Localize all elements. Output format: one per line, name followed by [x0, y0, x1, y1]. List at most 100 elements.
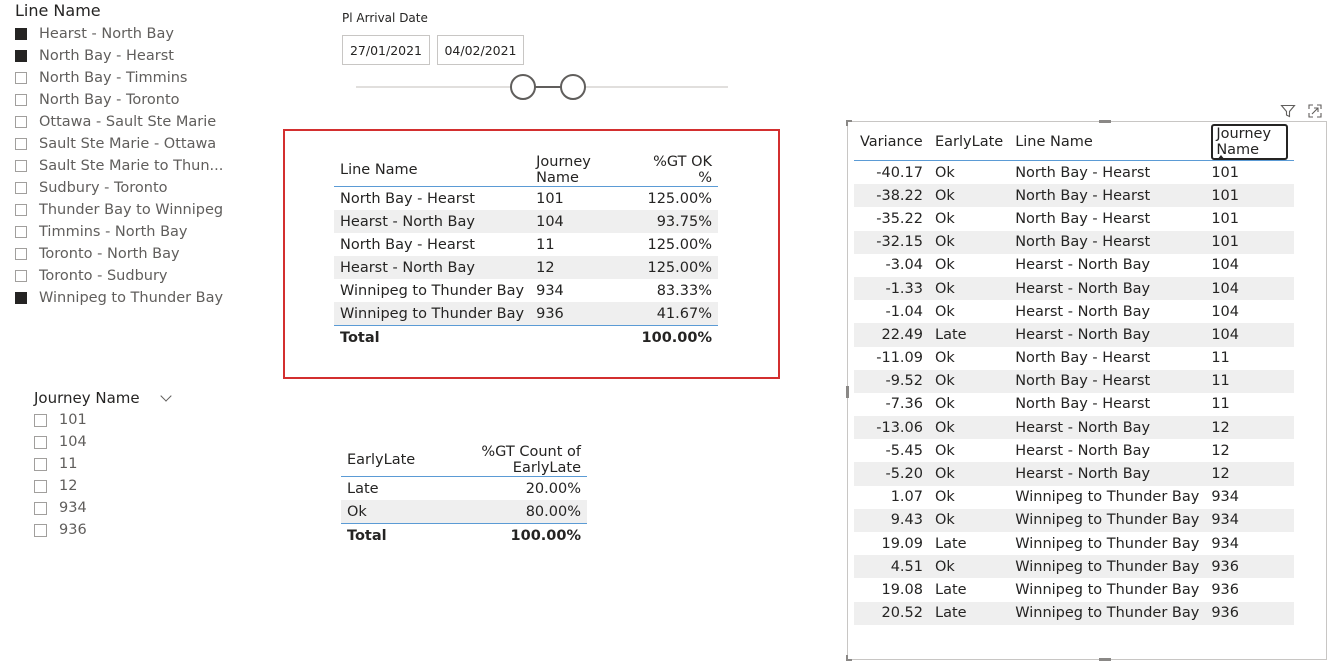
line-name-option-label: Sudbury - Toronto — [39, 180, 168, 196]
table-row[interactable]: -11.09 Ok North Bay - Hearst 11 — [854, 347, 1294, 370]
checkbox[interactable] — [15, 248, 27, 260]
checkbox[interactable] — [15, 72, 27, 84]
table-row[interactable]: -7.36 Ok North Bay - Hearst 11 — [854, 393, 1294, 416]
table-row[interactable]: -5.20 Ok Hearst - North Bay 12 — [854, 462, 1294, 486]
checkbox[interactable] — [15, 270, 27, 282]
checkbox[interactable] — [15, 160, 27, 172]
checkbox[interactable] — [15, 116, 27, 128]
checkbox[interactable] — [34, 457, 47, 471]
filter-icon[interactable] — [1280, 103, 1296, 123]
line-name-option[interactable]: Thunder Bay to Winnipeg — [15, 199, 223, 221]
table-row[interactable]: 9.43 Ok Winnipeg to Thunder Bay 934 — [854, 508, 1294, 532]
line-name-option[interactable]: Toronto - North Bay — [15, 243, 223, 265]
table-row[interactable]: -13.06 Ok Hearst - North Bay 12 — [854, 416, 1294, 440]
corner-handle-tl-v[interactable] — [846, 120, 848, 126]
col-header-variance[interactable]: Variance — [854, 124, 929, 161]
line-name-option[interactable]: Timmins - North Bay — [15, 221, 223, 243]
table-row[interactable]: -32.15 Ok North Bay - Hearst 101 — [854, 230, 1294, 254]
table-cell: Winnipeg to Thunder Bay — [1009, 555, 1206, 579]
table-cell: 12 — [1205, 462, 1294, 486]
end-date-input[interactable]: 04/02/2021 — [437, 35, 524, 65]
table-cell: 936 — [530, 302, 631, 326]
earlylate-table: EarlyLate %GT Count of EarlyLate Late 20.… — [341, 444, 587, 548]
checkbox-checked[interactable] — [15, 292, 27, 304]
start-date-input[interactable]: 27/01/2021 — [342, 35, 430, 65]
table-cell: 936 — [1205, 555, 1294, 579]
table-row[interactable]: 1.07 Ok Winnipeg to Thunder Bay 934 — [854, 486, 1294, 509]
table-header-row: EarlyLate %GT Count of EarlyLate — [341, 444, 587, 477]
checkbox[interactable] — [15, 204, 27, 216]
col-header-earlylate[interactable]: EarlyLate — [341, 444, 422, 477]
table-row[interactable]: 19.08 Late Winnipeg to Thunder Bay 936 — [854, 578, 1294, 601]
line-name-option[interactable]: Sudbury - Toronto — [15, 177, 223, 199]
checkbox-checked[interactable] — [15, 50, 27, 62]
table-row[interactable]: 19.09 Late Winnipeg to Thunder Bay 934 — [854, 532, 1294, 555]
col-header-earlylate[interactable]: EarlyLate — [929, 124, 1010, 161]
checkbox-checked[interactable] — [15, 28, 27, 40]
table-row[interactable]: North Bay - Hearst 11 125.00% — [334, 233, 718, 256]
checkbox[interactable] — [34, 435, 47, 449]
table-row[interactable]: -35.22 Ok North Bay - Hearst 101 — [854, 207, 1294, 230]
table-row[interactable]: Ok 80.00% — [341, 500, 587, 524]
col-header-journey-name[interactable]: Journey Name — [1205, 124, 1294, 161]
resize-handle-top[interactable] — [1099, 120, 1111, 123]
corner-handle-bl-v[interactable] — [846, 655, 848, 661]
checkbox[interactable] — [34, 479, 47, 493]
line-name-option[interactable]: Hearst - North Bay — [15, 23, 223, 45]
detail-table-container: Variance EarlyLate Line Name Journey Nam… — [854, 124, 1294, 625]
checkbox[interactable] — [34, 413, 47, 427]
table-row[interactable]: Winnipeg to Thunder Bay 936 41.67% — [334, 302, 718, 326]
journey-name-option[interactable]: 104 — [34, 431, 170, 453]
journey-slicer-header[interactable]: Journey Name — [34, 389, 172, 407]
checkbox[interactable] — [34, 501, 47, 515]
table-row[interactable]: Hearst - North Bay 104 93.75% — [334, 210, 718, 233]
line-name-option[interactable]: North Bay - Hearst — [15, 45, 223, 67]
journey-name-option[interactable]: 934 — [34, 497, 170, 519]
table-row[interactable]: -5.45 Ok Hearst - North Bay 12 — [854, 439, 1294, 462]
table-row[interactable]: North Bay - Hearst 101 125.00% — [334, 187, 718, 211]
table-row[interactable]: Hearst - North Bay 12 125.00% — [334, 256, 718, 279]
resize-handle-left[interactable] — [846, 386, 849, 398]
col-header-line-name[interactable]: Line Name — [334, 154, 531, 187]
line-name-option-label: Toronto - North Bay — [39, 246, 180, 262]
journey-name-option[interactable]: 936 — [34, 519, 170, 541]
table-row[interactable]: -9.52 Ok North Bay - Hearst 11 — [854, 369, 1294, 393]
line-name-option[interactable]: Ottawa - Sault Ste Marie — [15, 111, 223, 133]
line-name-option[interactable]: Sault Ste Marie to Thun... — [15, 155, 223, 177]
resize-handle-bottom[interactable] — [1099, 658, 1111, 661]
line-name-option[interactable]: North Bay - Timmins — [15, 67, 223, 89]
table-row[interactable]: 4.51 Ok Winnipeg to Thunder Bay 936 — [854, 555, 1294, 579]
chevron-down-icon[interactable] — [159, 389, 172, 402]
checkbox[interactable] — [15, 226, 27, 238]
checkbox[interactable] — [15, 138, 27, 150]
journey-name-option[interactable]: 12 — [34, 475, 170, 497]
line-name-option[interactable]: North Bay - Toronto — [15, 89, 223, 111]
focus-mode-icon[interactable] — [1307, 103, 1323, 123]
line-name-option[interactable]: Toronto - Sudbury — [15, 265, 223, 287]
table-row[interactable]: Winnipeg to Thunder Bay 934 83.33% — [334, 279, 718, 302]
date-slider-end-handle[interactable] — [560, 74, 586, 100]
checkbox[interactable] — [15, 182, 27, 194]
journey-name-option[interactable]: 101 — [34, 409, 170, 431]
table-row[interactable]: -40.17 Ok North Bay - Hearst 101 — [854, 161, 1294, 185]
journey-name-option[interactable]: 11 — [34, 453, 170, 475]
checkbox[interactable] — [34, 523, 47, 537]
table-row[interactable]: 20.52 Late Winnipeg to Thunder Bay 936 — [854, 601, 1294, 625]
sorted-column-header[interactable]: Journey Name — [1211, 124, 1288, 160]
table-row[interactable]: -3.04 Ok Hearst - North Bay 104 — [854, 254, 1294, 277]
col-header-journey-name[interactable]: Journey Name — [530, 154, 631, 187]
line-name-option[interactable]: Sault Ste Marie - Ottawa — [15, 133, 223, 155]
col-header-gt-ok[interactable]: %GT OK % — [630, 154, 718, 187]
table-row[interactable]: -1.04 Ok Hearst - North Bay 104 — [854, 300, 1294, 323]
checkbox[interactable] — [15, 94, 27, 106]
table-cell: 104 — [1211, 303, 1239, 320]
line-name-option[interactable]: Winnipeg to Thunder Bay — [15, 287, 223, 309]
col-header-gt-count[interactable]: %GT Count of EarlyLate — [421, 444, 587, 477]
table-cell: Winnipeg to Thunder Bay — [340, 282, 525, 299]
table-row[interactable]: 22.49 Late Hearst - North Bay 104 — [854, 323, 1294, 347]
table-row[interactable]: Late 20.00% — [341, 477, 587, 501]
date-slider-start-handle[interactable] — [510, 74, 536, 100]
table-row[interactable]: -1.33 Ok Hearst - North Bay 104 — [854, 276, 1294, 301]
table-row[interactable]: -38.22 Ok North Bay - Hearst 101 — [854, 184, 1294, 208]
col-header-line-name[interactable]: Line Name — [1009, 124, 1206, 161]
